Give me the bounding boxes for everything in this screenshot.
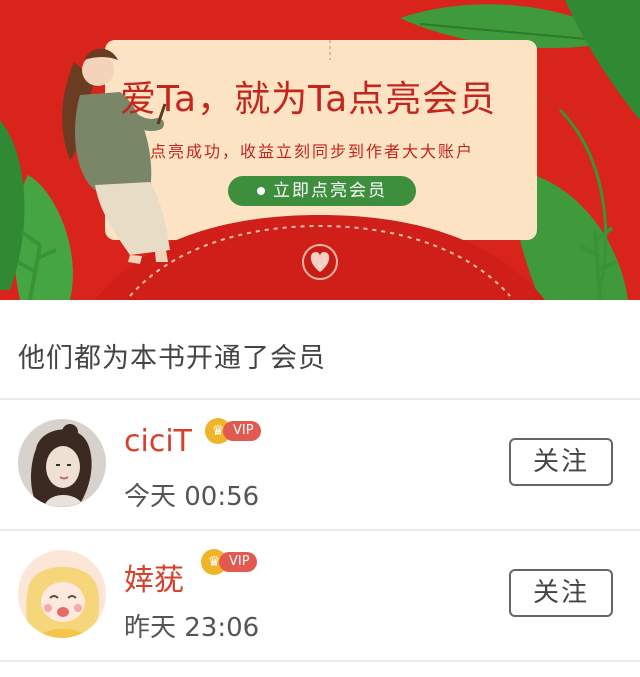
vip-label: VIP xyxy=(223,421,261,441)
avatar-image xyxy=(18,419,106,507)
member-row[interactable]: ciciT ♛ VIP 今天 00:56 关注 xyxy=(0,400,640,530)
member-time: 今天 00:56 xyxy=(124,482,260,512)
member-time: 昨天 23:06 xyxy=(124,613,260,643)
banner-headline: 爱Ta，就为Ta点亮会员 xyxy=(120,79,497,120)
section-title: 他们都为本书开通了会员 xyxy=(18,343,326,374)
bullet-icon xyxy=(257,187,265,195)
member-name[interactable]: 婞莸 xyxy=(124,555,184,599)
promo-banner[interactable]: 爱Ta，就为Ta点亮会员 点亮成功，收益立刻同步到作者大大账户 立即点亮会员 xyxy=(0,0,640,300)
follow-button[interactable]: 关注 xyxy=(509,438,613,486)
follow-button[interactable]: 关注 xyxy=(509,569,613,617)
avatar[interactable] xyxy=(18,419,106,507)
divider xyxy=(0,660,640,662)
avatar[interactable] xyxy=(18,550,106,638)
member-name[interactable]: ciciT xyxy=(124,424,192,459)
activate-membership-button[interactable]: 立即点亮会员 xyxy=(228,176,416,206)
vip-label: VIP xyxy=(219,552,257,572)
member-row[interactable]: 婞莸 ♛ VIP 昨天 23:06 关注 xyxy=(0,531,640,661)
activate-membership-label: 立即点亮会员 xyxy=(273,181,387,201)
avatar-image xyxy=(18,550,106,638)
banner-subline: 点亮成功，收益立刻同步到作者大大账户 xyxy=(150,142,475,161)
